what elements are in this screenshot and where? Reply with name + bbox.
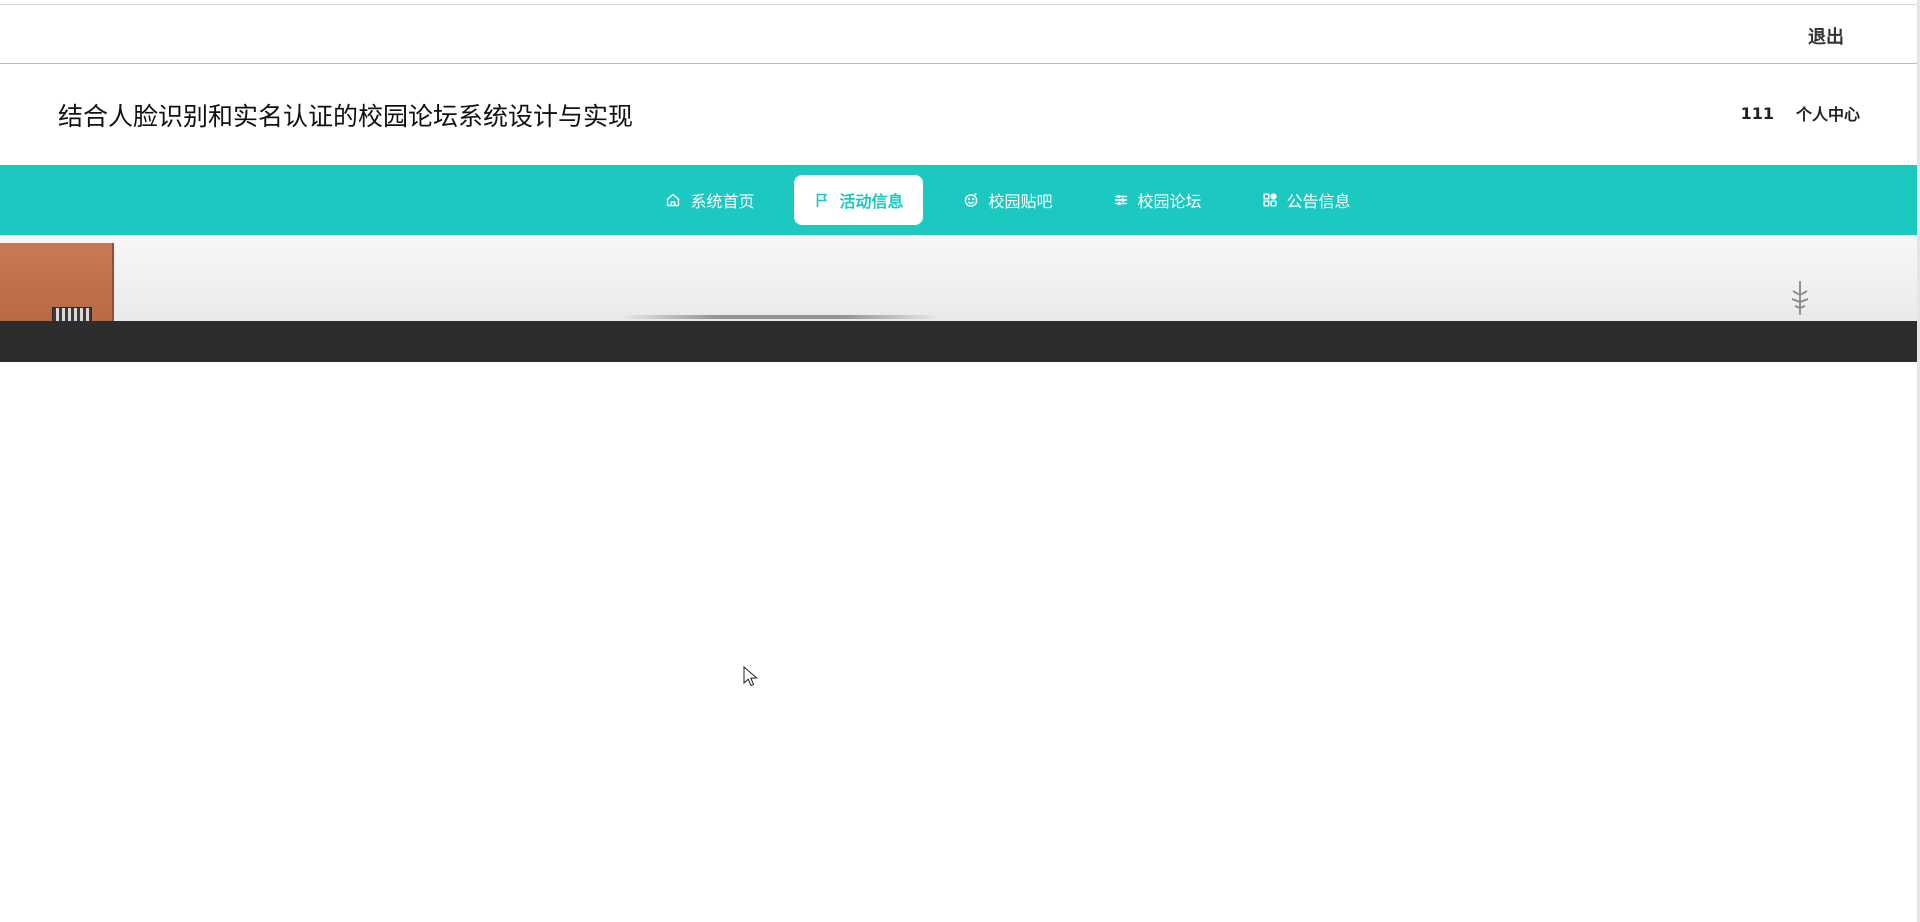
user-area: 111 个人中心: [1741, 101, 1860, 125]
grid-icon: [1262, 192, 1278, 208]
building-illustration: [0, 243, 114, 321]
content-area: [0, 362, 1920, 922]
site-header: 结合人脸识别和实名认证的校园论坛系统设计与实现 111 个人中心: [0, 65, 1920, 165]
page: 退出 结合人脸识别和实名认证的校园论坛系统设计与实现 111 个人中心 系统首页: [0, 0, 1920, 922]
flag-icon: [814, 192, 830, 208]
nav-item-campus-forum[interactable]: 校园论坛: [1093, 175, 1222, 225]
username: 111: [1740, 103, 1774, 123]
building-window: [52, 307, 92, 321]
smile-icon: [963, 192, 979, 208]
top-bar: 退出: [0, 4, 1920, 64]
roof-line: [620, 315, 940, 319]
user-center-link[interactable]: 个人中心: [1796, 101, 1860, 125]
nav-item-label: 系统首页: [690, 192, 755, 211]
nav-item-home[interactable]: 系统首页: [645, 175, 774, 225]
nav-item-activity[interactable]: 活动信息: [794, 175, 924, 225]
nav-item-label: 校园论坛: [1137, 192, 1202, 211]
main-nav: 系统首页 活动信息 校园贴吧 校园论坛 公告信息: [0, 165, 1920, 235]
sliders-icon: [1113, 192, 1129, 208]
nav-item-announcements[interactable]: 公告信息: [1242, 175, 1371, 225]
nav-item-campus-bar[interactable]: 校园贴吧: [943, 175, 1072, 225]
nav-item-label: 活动信息: [839, 192, 904, 211]
banner-image: [0, 235, 1920, 321]
home-icon: [665, 192, 681, 208]
logout-link[interactable]: 退出: [1808, 23, 1844, 49]
mouse-cursor-icon: [743, 666, 758, 687]
site-title: 结合人脸识别和实名认证的校园论坛系统设计与实现: [58, 102, 634, 131]
nav-item-label: 公告信息: [1286, 192, 1351, 211]
antenna-icon: [1791, 281, 1809, 315]
dark-footer-bar: [0, 321, 1920, 362]
nav-item-label: 校园贴吧: [988, 192, 1053, 211]
